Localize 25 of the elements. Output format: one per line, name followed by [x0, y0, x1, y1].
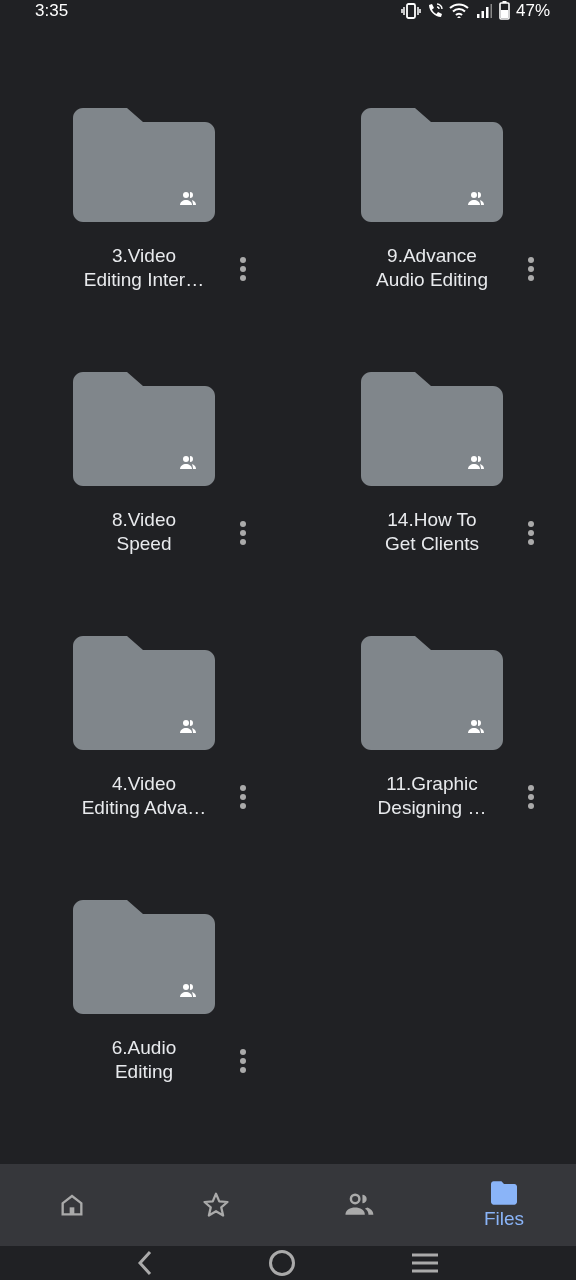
home-button-icon[interactable] [268, 1248, 296, 1277]
folder-icon[interactable] [73, 899, 215, 1014]
folder-icon[interactable] [73, 107, 215, 222]
folder-icon [488, 1179, 520, 1206]
folder-name: 8.Video Speed [111, 507, 177, 556]
folder-name: 3.Video Editing Inter… [83, 243, 205, 292]
battery-percent: 47% [515, 0, 550, 21]
vibrate-icon [400, 2, 421, 19]
back-icon[interactable] [137, 1249, 154, 1276]
folder-name: 14.How To Get Clients [385, 507, 479, 556]
recents-icon[interactable] [410, 1251, 439, 1274]
folder-icon[interactable] [361, 107, 503, 222]
folder-name: 9.Advance Audio Editing [376, 243, 488, 292]
status-time: 3:35 [35, 0, 69, 21]
wifi-icon [448, 2, 469, 19]
folder-icon[interactable] [361, 371, 503, 486]
folder-icon[interactable] [73, 635, 215, 750]
folder-name: 11.Graphic Designing … [377, 771, 487, 820]
signal-icon [474, 2, 493, 19]
wifi-calling-icon [426, 2, 443, 19]
battery-icon [498, 1, 510, 21]
folder-icon[interactable] [361, 635, 503, 750]
folder-name: 6.Audio Editing [111, 1035, 177, 1084]
folder-name: 4.Video Editing Adva… [81, 771, 207, 820]
folder-icon[interactable] [73, 371, 215, 486]
